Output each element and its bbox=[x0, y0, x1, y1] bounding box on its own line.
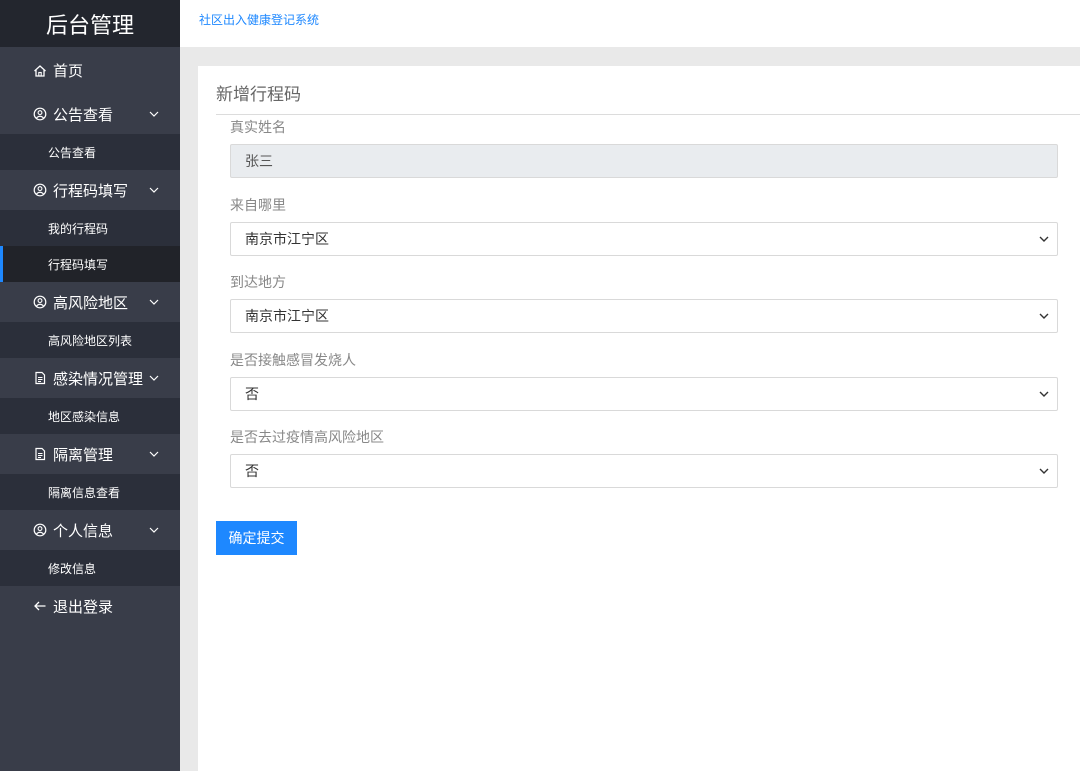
sidebar-item-region-infection[interactable]: 地区感染信息 bbox=[0, 398, 180, 434]
chevron-down-icon bbox=[148, 299, 160, 305]
submit-button[interactable]: 确定提交 bbox=[216, 521, 297, 555]
user-circle-icon bbox=[32, 523, 48, 537]
real-name-value: 张三 bbox=[245, 154, 273, 170]
sidebar-item-logout[interactable]: 退出登录 bbox=[0, 586, 180, 626]
document-icon bbox=[32, 371, 48, 385]
sidebar-item-label: 公告查看 bbox=[48, 145, 97, 160]
form-card: 新增行程码 真实姓名 张三 来自哪里 南京市江宁区 到达地方 南京市江宁区 是否… bbox=[198, 66, 1080, 771]
contact-fever-label: 是否接触感冒发烧人 bbox=[230, 353, 356, 369]
origin-select[interactable]: 南京市江宁区 bbox=[230, 222, 1058, 256]
sidebar-group-infection[interactable]: 感染情况管理 bbox=[0, 358, 180, 398]
chevron-down-icon bbox=[1031, 468, 1057, 474]
destination-label: 到达地方 bbox=[230, 275, 286, 291]
brand-title: 后台管理 bbox=[0, 0, 180, 47]
visited-high-risk-value: 否 bbox=[245, 464, 259, 480]
sidebar-item-label: 高风险地区列表 bbox=[48, 333, 133, 348]
system-title-link[interactable]: 社区出入健康登记系统 bbox=[199, 11, 319, 28]
user-circle-icon bbox=[32, 183, 48, 197]
sidebar-item-label: 行程码填写 bbox=[48, 257, 109, 272]
sidebar-group-label: 隔离管理 bbox=[53, 445, 114, 464]
sidebar-item-label: 我的行程码 bbox=[48, 221, 109, 236]
sidebar-item-label: 退出登录 bbox=[53, 597, 114, 616]
sidebar: 后台管理 首页 公告查看 公告查看 行程码填写 我的行程码 行程码填写 高风险地… bbox=[0, 0, 180, 771]
sidebar-item-edit-profile[interactable]: 修改信息 bbox=[0, 550, 180, 586]
sidebar-item-fill-travel-code[interactable]: 行程码填写 bbox=[0, 246, 180, 282]
sidebar-item-high-risk-list[interactable]: 高风险地区列表 bbox=[0, 322, 180, 358]
document-icon bbox=[32, 447, 48, 461]
chevron-down-icon bbox=[1031, 236, 1057, 242]
origin-value: 南京市江宁区 bbox=[245, 232, 329, 248]
chevron-down-icon bbox=[148, 451, 160, 457]
chevron-down-icon bbox=[148, 187, 160, 193]
chevron-down-icon bbox=[1031, 313, 1057, 319]
visited-high-risk-select[interactable]: 否 bbox=[230, 454, 1058, 488]
sidebar-group-label: 公告查看 bbox=[53, 105, 114, 124]
title-divider bbox=[216, 114, 1080, 115]
chevron-down-icon bbox=[1031, 391, 1057, 397]
user-circle-icon bbox=[32, 107, 48, 121]
arrow-left-icon bbox=[32, 599, 48, 613]
home-icon bbox=[32, 64, 48, 78]
sidebar-group-label: 感染情况管理 bbox=[53, 369, 144, 388]
chevron-down-icon bbox=[148, 527, 160, 533]
real-name-label: 真实姓名 bbox=[230, 120, 286, 136]
sidebar-group-isolation[interactable]: 隔离管理 bbox=[0, 434, 180, 474]
destination-value: 南京市江宁区 bbox=[245, 309, 329, 325]
sidebar-group-profile[interactable]: 个人信息 bbox=[0, 510, 180, 550]
page-title: 新增行程码 bbox=[216, 85, 301, 105]
sidebar-item-my-travel-code[interactable]: 我的行程码 bbox=[0, 210, 180, 246]
sidebar-nav: 首页 公告查看 公告查看 行程码填写 我的行程码 行程码填写 高风险地区 高风险… bbox=[0, 47, 180, 626]
visited-high-risk-label: 是否去过疫情高风险地区 bbox=[230, 430, 384, 446]
sidebar-group-label: 高风险地区 bbox=[53, 293, 129, 312]
contact-fever-select[interactable]: 否 bbox=[230, 377, 1058, 411]
sidebar-item-isolation-view[interactable]: 隔离信息查看 bbox=[0, 474, 180, 510]
sidebar-group-travel-code[interactable]: 行程码填写 bbox=[0, 170, 180, 210]
sidebar-group-label: 行程码填写 bbox=[53, 181, 129, 200]
user-circle-icon bbox=[32, 295, 48, 309]
sidebar-item-label: 地区感染信息 bbox=[48, 409, 121, 424]
sidebar-item-home[interactable]: 首页 bbox=[0, 47, 180, 94]
destination-select[interactable]: 南京市江宁区 bbox=[230, 299, 1058, 333]
sidebar-group-high-risk[interactable]: 高风险地区 bbox=[0, 282, 180, 322]
top-bar: 社区出入健康登记系统 bbox=[180, 0, 1080, 47]
real-name-input[interactable]: 张三 bbox=[230, 144, 1058, 178]
sidebar-item-label: 修改信息 bbox=[48, 561, 97, 576]
chevron-down-icon bbox=[148, 111, 160, 117]
sidebar-group-announcements[interactable]: 公告查看 bbox=[0, 94, 180, 134]
sidebar-item-label: 隔离信息查看 bbox=[48, 485, 121, 500]
sidebar-item-announcement-view[interactable]: 公告查看 bbox=[0, 134, 180, 170]
chevron-down-icon bbox=[148, 375, 160, 381]
contact-fever-value: 否 bbox=[245, 387, 259, 403]
origin-label: 来自哪里 bbox=[230, 198, 286, 214]
sidebar-group-label: 个人信息 bbox=[53, 521, 114, 540]
sidebar-item-label: 首页 bbox=[53, 62, 84, 80]
